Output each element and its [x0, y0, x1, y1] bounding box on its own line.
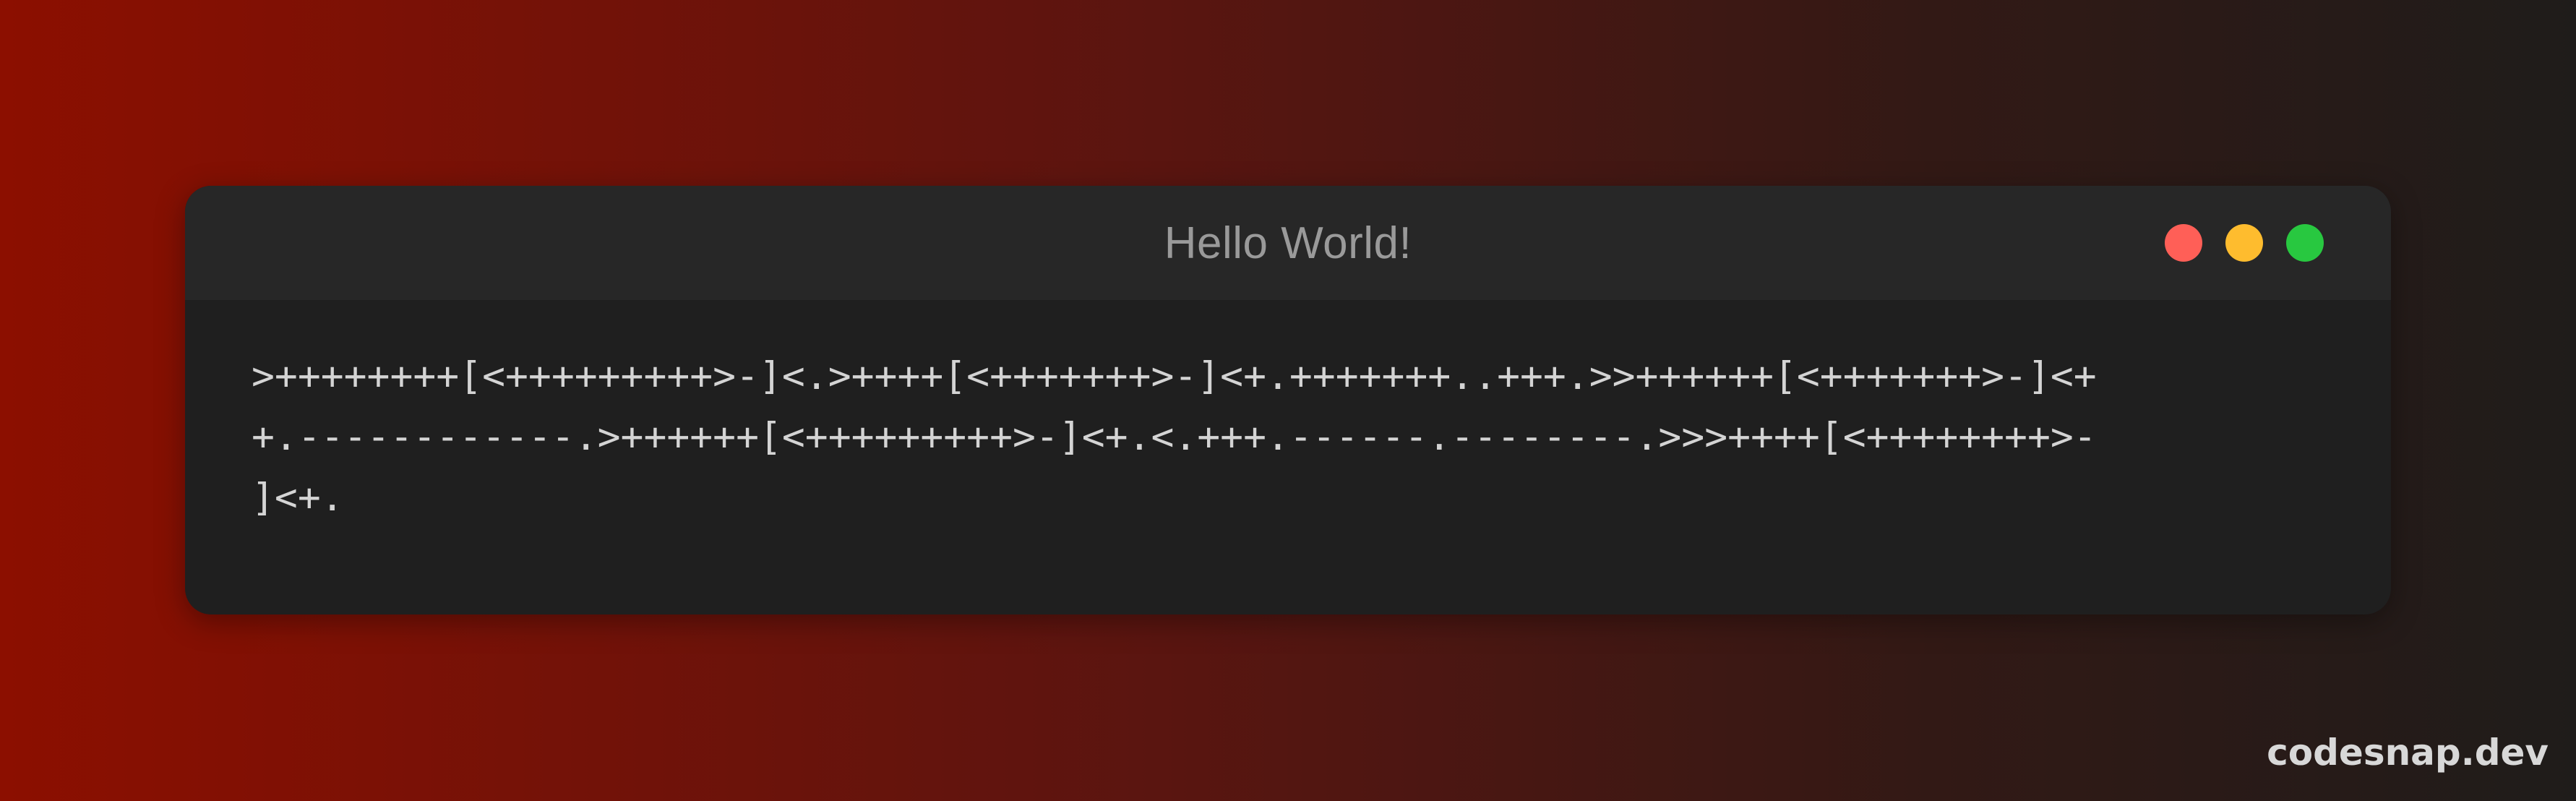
close-button[interactable]	[2165, 224, 2202, 262]
window-title: Hello World!	[1164, 218, 1412, 268]
code-line-1: >++++++++[<+++++++++>-]<.>++++[<+++++++>…	[252, 354, 2097, 398]
code-line-3: ]<+.	[252, 476, 344, 520]
code-window: Hello World! >++++++++[<+++++++++>-]<.>+…	[185, 186, 2391, 614]
code-line-2: +.------------.>++++++[<+++++++++>-]<+.<…	[252, 415, 2097, 459]
brand-watermark: codesnap.dev	[2267, 732, 2549, 774]
maximize-button[interactable]	[2286, 224, 2324, 262]
minimize-button[interactable]	[2225, 224, 2263, 262]
code-block: >++++++++[<+++++++++>-]<.>++++[<+++++++>…	[185, 300, 2391, 528]
window-titlebar: Hello World!	[185, 186, 2391, 300]
window-controls	[2165, 224, 2324, 262]
